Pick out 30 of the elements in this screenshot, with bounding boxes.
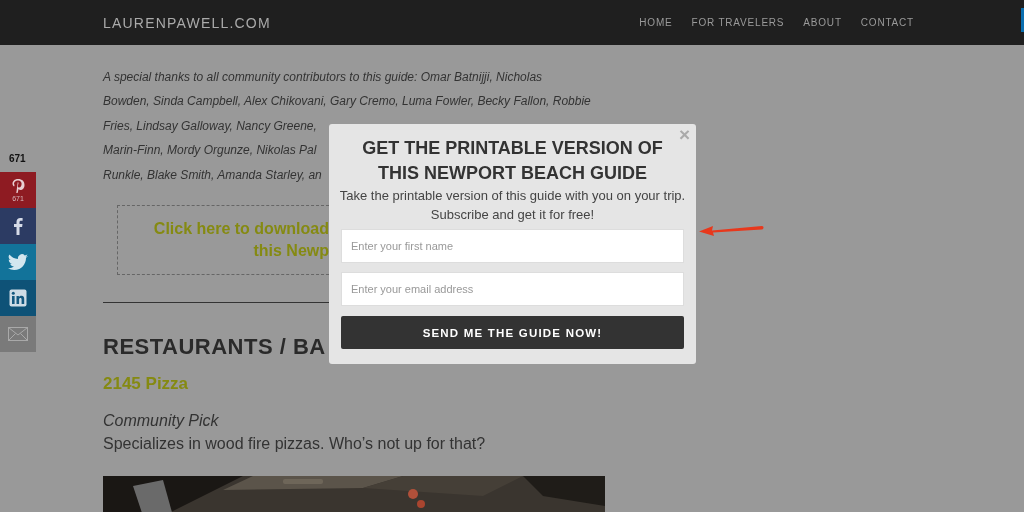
popup-text: Subscribe and get it for free!: [430, 206, 595, 224]
thanks-text: Bowden, Sinda Campbell, Alex Chikovani, Gary Cremo, Luma Fowler, Becky Fallon, Robbie: [103, 93, 591, 111]
thanks-text: Marin-Finn, Mordy Orgunze, Nikolas Pal: [103, 142, 317, 160]
facebook-icon: [13, 217, 23, 235]
nav-link[interactable]: FOR TRAVELERS: [691, 17, 785, 28]
section-heading: RESTAURANTS / BA: [103, 334, 326, 361]
submit-button[interactable]: SEND ME THE GUIDE NOW!: [341, 316, 684, 349]
popup-text: Take the printable version of this guide with you on your trip.: [339, 187, 686, 205]
share-count: 671: [8, 152, 27, 166]
share-button[interactable]: [0, 280, 36, 316]
share-button[interactable]: [0, 208, 36, 244]
bird-icon: [8, 254, 28, 270]
place-description: Specializes in wood fire pizzas. Who’s not up for that?: [103, 435, 486, 454]
linkedin-icon: [9, 289, 27, 307]
place-name: 2145 Pizza: [103, 374, 189, 395]
nav-link[interactable]: ABOUT: [803, 17, 842, 28]
pick-label: Community Pick: [103, 412, 219, 431]
input-field[interactable]: Enter your email address: [341, 272, 684, 306]
thanks-text: Runkle, Blake Smith, Amanda Starley, an: [103, 166, 322, 184]
nav-link[interactable]: CONTACT: [860, 17, 914, 28]
popup-title: THIS NEWPORT BEACH GUIDE: [378, 162, 647, 185]
envelope-icon: [8, 327, 28, 341]
pinterest-icon: [11, 178, 25, 194]
share-button[interactable]: [0, 244, 36, 280]
thanks-text: Fries, Lindsay Galloway, Nancy Greene,: [103, 117, 317, 135]
popup-title: GET THE PRINTABLE VERSION OF: [362, 137, 663, 160]
thanks-text: A special thanks to all community contributors to this guide: Omar Batnijji, Nicholas: [103, 69, 543, 86]
nav-link[interactable]: HOME: [639, 17, 673, 28]
input-field[interactable]: Enter your first name: [341, 229, 684, 263]
site-logo[interactable]: LAURENPAWELL.COM: [103, 14, 271, 31]
